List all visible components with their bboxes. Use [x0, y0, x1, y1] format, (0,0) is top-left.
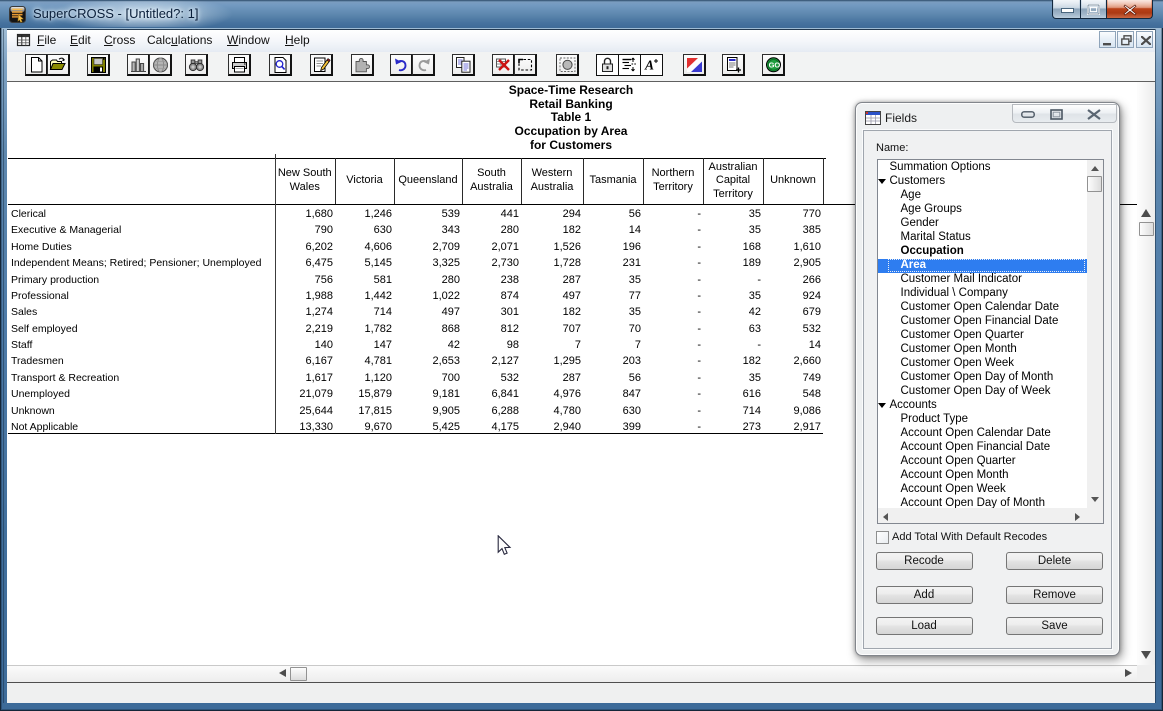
svg-text:GO: GO	[769, 61, 781, 70]
svg-text:A: A	[644, 58, 654, 73]
